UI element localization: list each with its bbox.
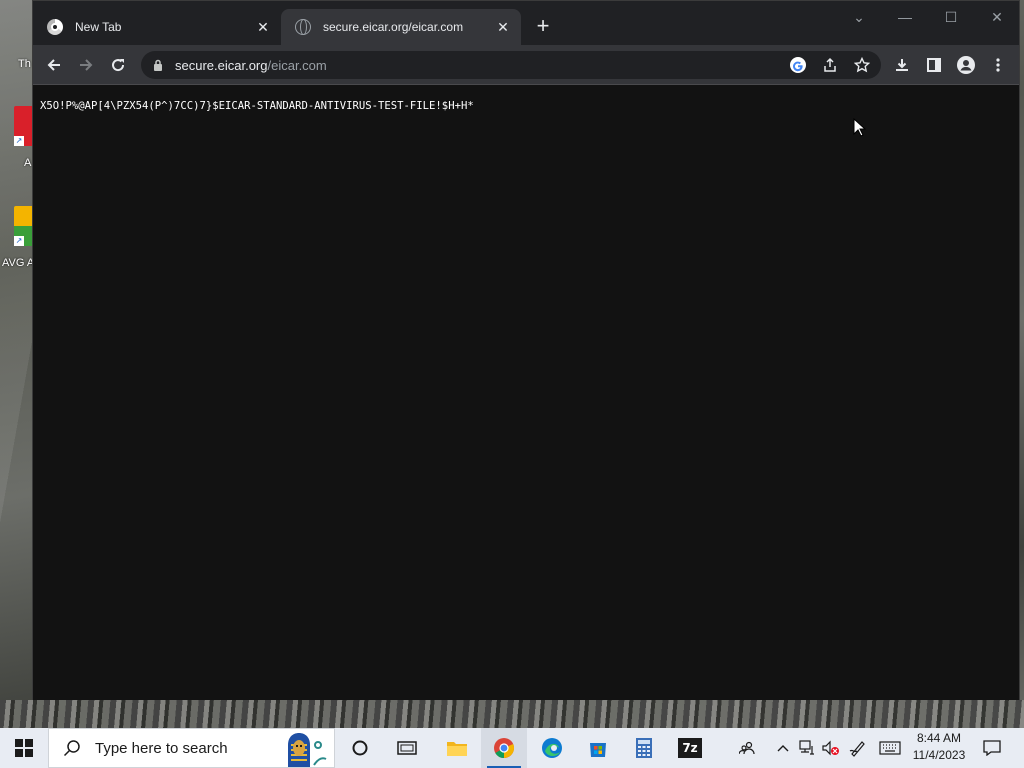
eicar-test-string: X5O!P%@AP[4\PZX54(P^)7CC)7}$EICAR-STANDA…	[40, 100, 474, 112]
desktop-icon-label: A	[24, 157, 32, 169]
clock-time: 8:44 AM	[916, 731, 962, 745]
profile-avatar-icon[interactable]	[953, 52, 979, 78]
chrome-icon	[494, 738, 515, 759]
store-icon[interactable]	[575, 728, 621, 768]
avg-icon[interactable]: ↗	[14, 206, 34, 246]
url-host: secure.eicar.org	[175, 57, 268, 73]
pen-workspace-icon[interactable]	[846, 728, 870, 768]
touch-keyboard-icon[interactable]	[876, 728, 904, 768]
tab-strip: New Tab ✕ secure.eicar.org/eicar.com ✕ +…	[33, 1, 1019, 45]
tab-eicar[interactable]: secure.eicar.org/eicar.com ✕	[281, 9, 521, 45]
people-icon[interactable]	[734, 728, 760, 768]
tab-title: secure.eicar.org/eicar.com	[323, 20, 464, 34]
edge-icon[interactable]	[529, 728, 575, 768]
browser-window: New Tab ✕ secure.eicar.org/eicar.com ✕ +…	[32, 0, 1020, 700]
google-lens-icon[interactable]	[785, 52, 811, 78]
downloads-icon[interactable]	[889, 52, 915, 78]
menu-kebab-icon[interactable]	[985, 52, 1011, 78]
7zip-label: 7z	[678, 738, 702, 758]
network-icon[interactable]	[796, 728, 818, 768]
cortana-icon[interactable]	[340, 728, 380, 768]
new-tab-button[interactable]: +	[531, 15, 555, 39]
desktop-icon-label: AVG A	[2, 257, 35, 269]
bookmark-star-icon[interactable]	[849, 52, 875, 78]
tab-new-tab[interactable]: New Tab ✕	[33, 9, 281, 45]
desktop-wallpaper-strip	[0, 700, 1024, 728]
mouse-cursor-icon	[853, 118, 867, 137]
close-window-button[interactable]: ✕	[977, 5, 1017, 29]
back-button[interactable]	[41, 52, 67, 78]
taskbar-search-input[interactable]: Type here to search	[48, 728, 335, 768]
adobe-icon[interactable]: ↗	[14, 106, 34, 146]
tab-search-icon[interactable]: ⌄	[839, 5, 879, 29]
globe-icon	[295, 19, 311, 35]
file-explorer-icon[interactable]	[434, 728, 480, 768]
minimize-button[interactable]: —	[885, 5, 925, 29]
page-content: X5O!P%@AP[4\PZX54(P^)7CC)7}$EICAR-STANDA…	[33, 86, 1019, 700]
tray-chevron-up-icon[interactable]	[772, 728, 794, 768]
search-placeholder: Type here to search	[95, 739, 228, 757]
search-icon	[63, 740, 80, 757]
address-bar[interactable]: secure.eicar.org/eicar.com	[141, 51, 881, 79]
system-clock[interactable]: 8:44 AM 11/4/2023	[904, 730, 974, 764]
volume-muted-icon[interactable]	[820, 728, 842, 768]
maximize-button[interactable]: ☐	[931, 5, 971, 29]
task-view-icon[interactable]	[386, 728, 428, 768]
7zip-icon[interactable]: 7z	[667, 728, 713, 768]
windows-logo-icon	[15, 739, 33, 757]
tab-title: New Tab	[75, 20, 122, 34]
notification-center-icon[interactable]	[976, 728, 1008, 768]
shortcut-arrow-icon: ↗	[14, 236, 24, 246]
forward-button[interactable]	[73, 52, 99, 78]
clock-date: 11/4/2023	[912, 748, 966, 762]
calculator-icon[interactable]	[621, 728, 667, 768]
start-button[interactable]	[0, 728, 48, 768]
chrome-taskbar-button[interactable]	[481, 728, 527, 768]
chrome-icon	[47, 19, 63, 35]
shortcut-arrow-icon: ↗	[14, 136, 24, 146]
reload-icon	[112, 59, 125, 72]
reload-button[interactable]	[105, 52, 131, 78]
side-panel-icon[interactable]	[921, 52, 947, 78]
url-path: /eicar.com	[267, 57, 327, 73]
forward-arrow-icon	[80, 59, 93, 71]
lock-icon[interactable]	[153, 59, 163, 71]
close-tab-icon[interactable]: ✕	[495, 19, 511, 36]
taskbar: Type here to search 7z 8:44 AM 11/4/2023	[0, 728, 1024, 768]
share-icon[interactable]	[817, 52, 843, 78]
search-highlight-pharaoh-icon	[288, 733, 327, 767]
close-tab-icon[interactable]: ✕	[255, 19, 271, 36]
browser-toolbar: secure.eicar.org/eicar.com	[33, 45, 1019, 85]
desktop-partial-label: Th	[18, 58, 31, 70]
back-arrow-icon	[47, 59, 60, 71]
